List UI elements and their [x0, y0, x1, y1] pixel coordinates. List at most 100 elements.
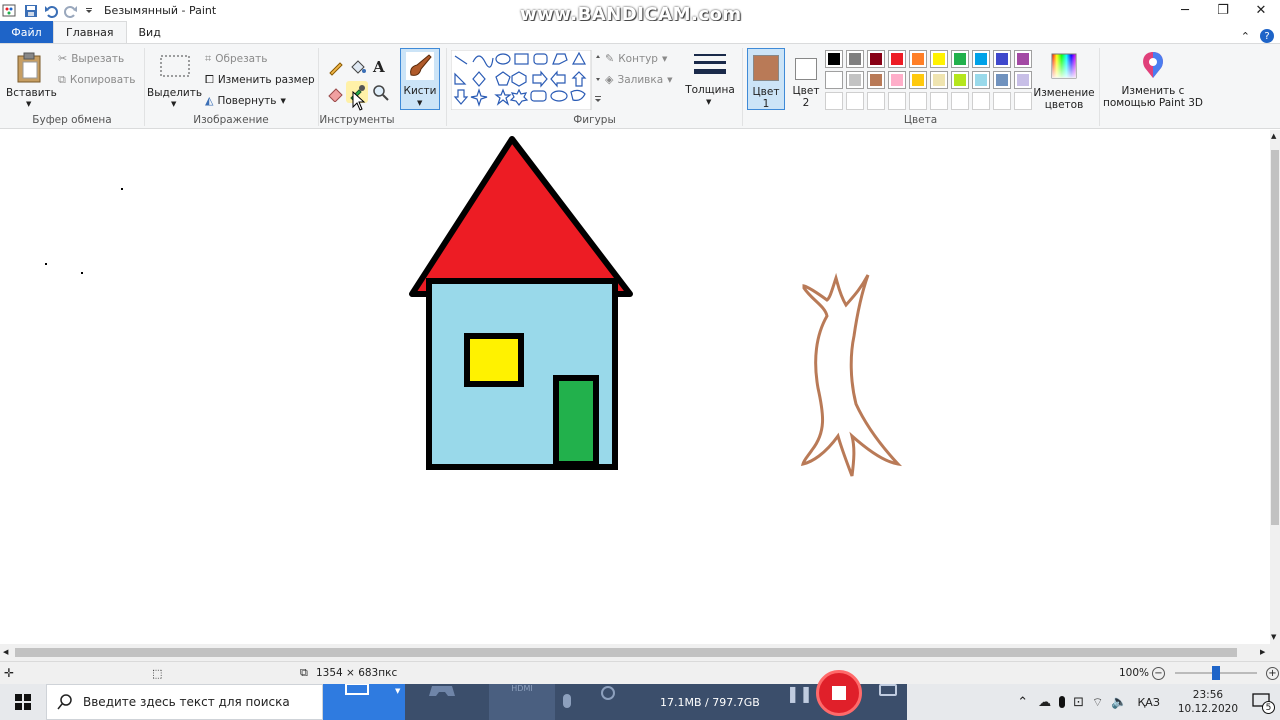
palette-swatch[interactable] [846, 92, 864, 110]
palette-swatch[interactable] [972, 50, 990, 68]
horizontal-scroll-thumb[interactable] [15, 648, 1237, 657]
palette-swatch[interactable] [951, 50, 969, 68]
palette-swatch[interactable] [972, 71, 990, 89]
palette-swatch[interactable] [909, 92, 927, 110]
game-mode-icon[interactable] [428, 684, 456, 698]
palette-swatch-color [912, 74, 924, 86]
taskbar-search[interactable]: Введите здесь текст для поиска [46, 684, 323, 720]
palette-swatch[interactable] [993, 50, 1011, 68]
rotate-button[interactable]: ◭ Повернуть ▼ [205, 94, 286, 107]
palette-swatch[interactable] [909, 50, 927, 68]
screen-mode-button[interactable] [323, 684, 395, 720]
resize-button[interactable]: ⧠ Изменить размер [205, 73, 315, 87]
save-icon[interactable] [24, 4, 38, 18]
palette-swatch[interactable] [825, 50, 843, 68]
text-icon[interactable]: A [373, 58, 385, 76]
scroll-up-icon[interactable]: ▲ [1271, 132, 1276, 140]
palette-swatch-color [954, 53, 966, 65]
customize-qa-icon[interactable] [84, 6, 94, 16]
palette-swatch[interactable] [972, 92, 990, 110]
palette-swatch[interactable] [930, 71, 948, 89]
magnifier-icon[interactable] [372, 84, 390, 102]
palette-swatch[interactable] [951, 71, 969, 89]
eraser-icon[interactable] [327, 84, 345, 102]
pause-icon[interactable]: ❚❚ [786, 684, 813, 703]
cursor-position-icon: ✛ [4, 666, 15, 680]
fill-icon[interactable] [349, 58, 367, 76]
palette-swatch[interactable] [846, 71, 864, 89]
palette-swatch[interactable] [825, 92, 843, 110]
palette-swatch[interactable] [867, 71, 885, 89]
cut-button[interactable]: ✂ Вырезать [58, 52, 124, 65]
palette-swatch[interactable] [1014, 50, 1032, 68]
show-hidden-icons-icon[interactable]: ⌃ [1017, 695, 1028, 710]
palette-swatch[interactable] [867, 50, 885, 68]
tab-file[interactable]: Файл [0, 21, 53, 43]
close-button[interactable]: ✕ [1242, 0, 1280, 20]
outline-button[interactable]: ✎ Контур ▼ [605, 52, 667, 65]
selection-size-icon: ⬚ [152, 666, 163, 680]
palette-swatch[interactable] [888, 92, 906, 110]
tab-view[interactable]: Вид [127, 21, 173, 43]
paste-button[interactable]: Вставить ▼ [6, 50, 57, 112]
palette-swatch-color [975, 53, 987, 65]
palette-swatch[interactable] [888, 50, 906, 68]
palette-swatch[interactable] [909, 71, 927, 89]
palette-swatch[interactable] [930, 92, 948, 110]
palette-swatch[interactable] [993, 92, 1011, 110]
palette-swatch[interactable] [825, 71, 843, 89]
onedrive-icon[interactable]: ☁ [1038, 695, 1051, 710]
shapes-gallery[interactable] [451, 50, 603, 110]
zoom-out-icon[interactable]: − [1152, 666, 1165, 680]
keyboard-language[interactable]: ҚАЗ [1137, 696, 1159, 709]
fill-button[interactable]: ◈ Заливка ▼ [605, 73, 673, 86]
minimize-button[interactable]: ─ [1166, 0, 1204, 20]
screenshot-icon[interactable] [879, 684, 897, 696]
drawing-canvas[interactable] [0, 130, 1270, 644]
action-center-button[interactable]: 5 [1248, 687, 1278, 717]
windows-start-icon[interactable] [14, 693, 32, 711]
pencil-icon[interactable] [327, 58, 345, 76]
clock[interactable]: 23:56 10.12.2020 [1178, 688, 1238, 716]
mode-dropdown-icon[interactable]: ▼ [395, 684, 405, 720]
palette-swatch[interactable] [1014, 71, 1032, 89]
copy-button[interactable]: ⧉ Копировать [58, 73, 135, 87]
hdmi-mode-button[interactable]: HDMI [489, 684, 555, 720]
scroll-right-icon[interactable]: ▶ [1260, 648, 1265, 656]
palette-swatch[interactable] [951, 92, 969, 110]
color1-button[interactable]: Цвет 1 [747, 48, 785, 110]
scroll-down-icon[interactable]: ▼ [1271, 633, 1276, 641]
meet-now-icon[interactable]: ⊡ [1073, 695, 1084, 710]
colors-group: Цвет 1 Цвет 2 Изменение цветов Цвета [743, 46, 1098, 128]
microphone-icon[interactable] [563, 694, 571, 708]
microphone-tray-icon[interactable] [1059, 696, 1066, 708]
undo-icon[interactable] [44, 4, 58, 18]
edit-colors-button[interactable]: Изменение цветов [1033, 50, 1095, 112]
paint3d-button[interactable]: Изменить с помощью Paint 3D [1102, 48, 1204, 110]
brushes-button[interactable]: Кисти ▼ [400, 48, 440, 110]
crop-button[interactable]: ⌗ Обрезать [205, 52, 267, 66]
palette-swatch[interactable] [993, 71, 1011, 89]
palette-swatch[interactable] [867, 92, 885, 110]
size-button[interactable]: Толщина ▼ [682, 48, 738, 110]
paint-app-icon[interactable] [2, 3, 18, 19]
zoom-in-icon[interactable]: + [1266, 666, 1279, 680]
palette-swatch[interactable] [930, 50, 948, 68]
palette-swatch[interactable] [888, 71, 906, 89]
palette-swatch[interactable] [846, 50, 864, 68]
redo-icon[interactable] [64, 4, 78, 18]
select-button[interactable]: Выделить ▼ [147, 50, 202, 112]
webcam-icon[interactable] [601, 686, 615, 700]
network-icon[interactable]: ⌔ [1092, 695, 1103, 710]
scroll-left-icon[interactable]: ◀ [3, 648, 8, 656]
record-stop-button[interactable] [816, 670, 862, 716]
maximize-button[interactable]: ❐ [1204, 0, 1242, 20]
collapse-ribbon-icon[interactable]: ⌃ [1241, 30, 1250, 43]
tab-home[interactable]: Главная [53, 21, 127, 43]
vertical-scroll-thumb[interactable] [1271, 150, 1279, 525]
help-icon[interactable]: ? [1260, 29, 1274, 43]
color2-button[interactable]: Цвет 2 [787, 48, 825, 110]
palette-swatch[interactable] [1014, 92, 1032, 110]
volume-icon[interactable]: 🔈 [1111, 695, 1127, 710]
zoom-slider-thumb[interactable] [1212, 666, 1220, 680]
